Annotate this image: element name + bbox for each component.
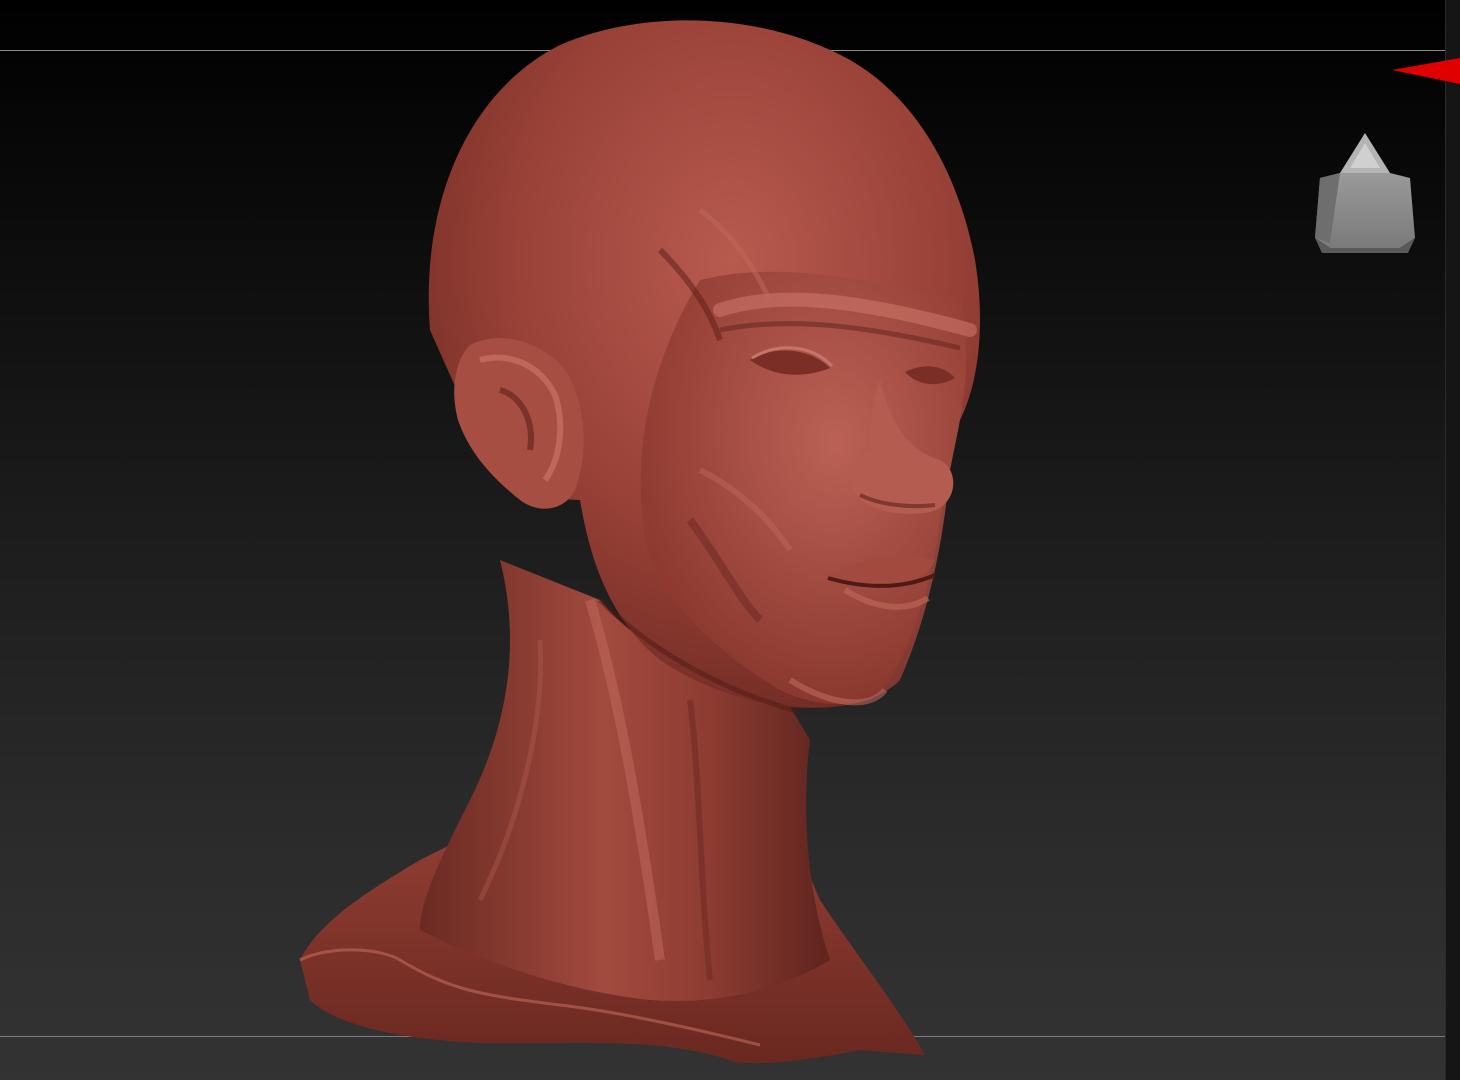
navigation-cube-icon[interactable]: [1310, 128, 1420, 258]
canvas-viewport[interactable]: [0, 0, 1460, 1080]
sculpted-head-model[interactable]: [280, 0, 1000, 1065]
right-scroll-rail[interactable]: [1445, 0, 1460, 1080]
red-triangle-marker-icon[interactable]: [1392, 56, 1460, 86]
